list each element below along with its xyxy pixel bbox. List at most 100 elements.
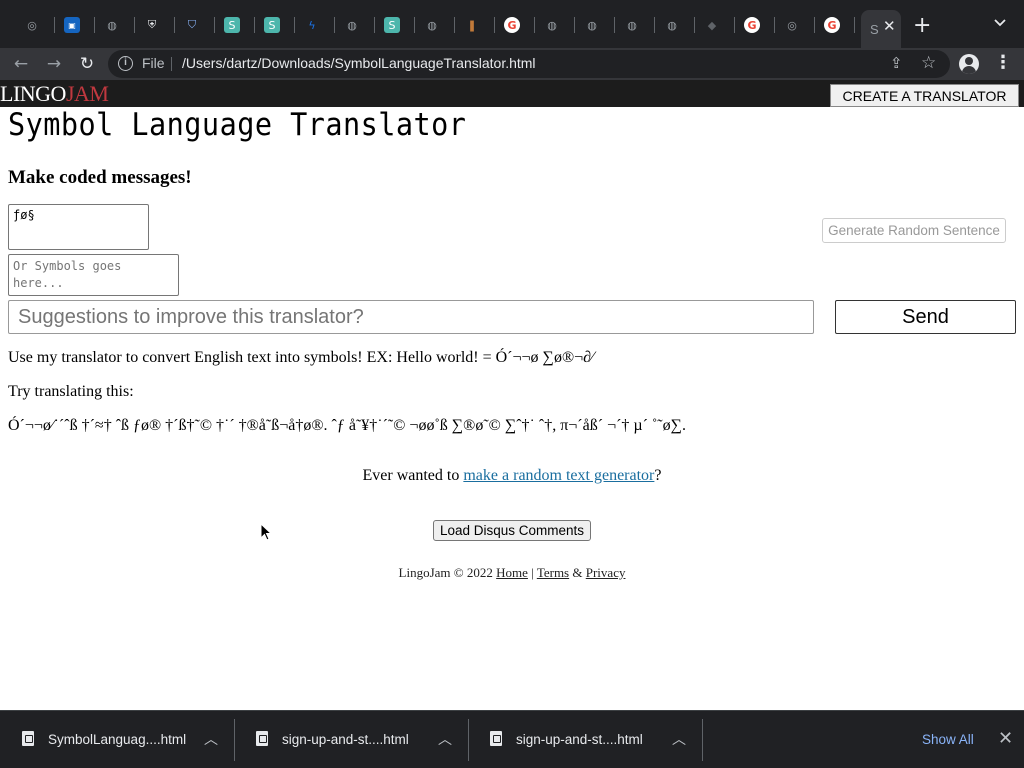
globe-icon: ◍ <box>547 18 557 32</box>
logo-part-jam: JAM <box>65 81 109 106</box>
download-file-name[interactable]: sign-up-and-st....html <box>516 732 643 747</box>
browser-tab[interactable]: ◍ <box>535 10 575 40</box>
globe-icon: ◍ <box>667 18 677 32</box>
globe-icon: ◍ <box>587 18 597 32</box>
browser-tab[interactable]: ◍ <box>335 10 375 40</box>
footer-terms-link[interactable]: Terms <box>537 565 569 580</box>
symbols-output-textarea[interactable]: Or Symbols goes here... <box>8 254 179 296</box>
globe-icon: ◍ <box>107 18 117 32</box>
browser-tab[interactable]: ϟ <box>295 10 335 40</box>
back-icon[interactable]: ← <box>9 52 33 76</box>
tab-separator <box>854 17 855 33</box>
html-file-icon <box>256 731 268 746</box>
browser-tab[interactable]: ◎ <box>15 10 55 40</box>
generator-suffix: ? <box>654 467 662 484</box>
footer-copyright: LingoJam © 2022 <box>398 565 493 580</box>
people-icon: ◍ <box>347 18 357 32</box>
html-file-icon <box>490 731 502 746</box>
generator-prefix: Ever wanted to <box>362 467 464 484</box>
html-file-icon <box>22 731 34 746</box>
s-app-icon: S <box>264 17 280 33</box>
google-icon: G <box>744 17 760 33</box>
download-options-chevron-icon[interactable]: ︿ <box>204 729 218 749</box>
s-app-icon: S <box>224 17 240 33</box>
browser-tab[interactable]: S <box>375 10 415 40</box>
download-options-chevron-icon[interactable]: ︿ <box>672 729 686 749</box>
close-download-shelf-icon[interactable]: ✕ <box>998 728 1013 749</box>
lingojam-logo[interactable]: LINGOJAM <box>0 81 109 107</box>
bookmark-icon: ❚ <box>467 18 477 32</box>
send-button[interactable]: Send <box>835 300 1016 334</box>
download-item[interactable]: sign-up-and-st....html ︿ <box>234 711 469 768</box>
generator-line: Ever wanted to make a random text genera… <box>0 467 1024 485</box>
sample-symbols-text: Ó´¬¬ø⁄˙´ˆß †´≈† ˆß ƒø® †´ß†˜© †˙´ †®å˜ß¬… <box>8 417 687 434</box>
browser-tab[interactable]: G <box>735 10 775 40</box>
profile-avatar-icon[interactable] <box>959 54 979 74</box>
footer-pipe: | <box>531 565 534 580</box>
download-item[interactable]: SymbolLanguag....html ︿ <box>0 711 235 768</box>
browser-tab[interactable]: ◆ <box>695 10 735 40</box>
browser-tab[interactable]: ◍ <box>415 10 455 40</box>
shield-icon: ⛉ <box>187 18 197 31</box>
browser-tab[interactable]: S <box>255 10 295 40</box>
logo-part-lingo: LINGO <box>0 81 66 106</box>
address-bar[interactable]: i File /Users/dartz/Downloads/SymbolLang… <box>108 50 950 78</box>
globe-icon: ◍ <box>427 18 437 32</box>
description-text: Use my translator to convert English tex… <box>8 349 594 366</box>
google-icon: G <box>824 17 840 33</box>
suggestion-input[interactable]: Suggestions to improve this translator? <box>8 300 814 334</box>
show-all-downloads-link[interactable]: Show All <box>922 732 974 747</box>
browser-tab[interactable]: ◍ <box>575 10 615 40</box>
download-file-name[interactable]: sign-up-and-st....html <box>282 732 409 747</box>
globe-icon: ◍ <box>627 18 637 32</box>
site-info-icon[interactable]: i <box>118 56 133 71</box>
bolt-icon: ϟ <box>308 18 316 32</box>
browser-tab[interactable]: ❚ <box>455 10 495 40</box>
footer-privacy-link[interactable]: Privacy <box>586 565 626 580</box>
mouse-cursor-icon <box>260 523 272 541</box>
tab-search-chevron-icon[interactable] <box>993 16 1007 30</box>
browser-tab[interactable]: ⛉ <box>175 10 215 40</box>
menu-kebab-icon[interactable]: ⋮ <box>994 52 1012 73</box>
chrome-icon: ◎ <box>27 18 37 32</box>
page-title: Symbol Language Translator <box>8 107 467 143</box>
browser-tab[interactable]: G <box>815 10 855 40</box>
footer: LingoJam © 2022 Home | Terms & Privacy <box>0 565 1024 581</box>
browser-toolbar: ← → ↻ i File /Users/dartz/Downloads/Symb… <box>0 48 1024 80</box>
english-input-textarea[interactable]: ƒø§ <box>8 204 149 250</box>
reload-icon[interactable]: ↻ <box>75 52 99 76</box>
browser-tab[interactable]: S <box>215 10 255 40</box>
browser-tab[interactable]: G <box>495 10 535 40</box>
browser-tab[interactable]: ◎ <box>775 10 815 40</box>
generate-random-sentence-button[interactable]: Generate Random Sentence <box>822 218 1006 243</box>
browser-tab[interactable]: ⛨ <box>135 10 175 40</box>
lock-shield-icon: ⛨ <box>147 18 157 31</box>
create-translator-button[interactable]: CREATE A TRANSLATOR <box>830 84 1019 107</box>
google-icon: G <box>504 17 520 33</box>
vmware-icon: ▣ <box>64 17 80 33</box>
try-label: Try translating this: <box>8 383 134 400</box>
chrome-icon: ◎ <box>787 18 797 32</box>
download-item[interactable]: sign-up-and-st....html ︿ <box>468 711 703 768</box>
footer-amp: & <box>572 565 583 580</box>
forward-icon[interactable]: → <box>42 52 66 76</box>
page-subtitle: Make coded messages! <box>8 167 192 188</box>
address-url[interactable]: /Users/dartz/Downloads/SymbolLanguageTra… <box>182 55 536 71</box>
bookmark-star-icon[interactable]: ☆ <box>921 53 936 73</box>
random-text-generator-link[interactable]: make a random text generator <box>463 467 654 484</box>
download-options-chevron-icon[interactable]: ︿ <box>438 729 452 749</box>
download-shelf: SymbolLanguag....html ︿ sign-up-and-st....… <box>0 710 1024 768</box>
tab-close-icon[interactable]: ✕ <box>883 17 896 35</box>
new-tab-icon[interactable]: + <box>913 13 931 38</box>
active-tab-label: S <box>870 21 879 37</box>
browser-tab[interactable]: ▣ <box>55 10 95 40</box>
browser-tab[interactable]: ◍ <box>615 10 655 40</box>
browser-tab[interactable]: ◍ <box>95 10 135 40</box>
download-separator <box>702 719 703 761</box>
browser-tab[interactable]: ◍ <box>655 10 695 40</box>
footer-home-link[interactable]: Home <box>496 565 528 580</box>
share-icon[interactable]: ⇪ <box>890 54 903 72</box>
download-file-name[interactable]: SymbolLanguag....html <box>48 732 186 747</box>
load-disqus-comments-button[interactable]: Load Disqus Comments <box>433 520 591 541</box>
tab-active[interactable]: S ✕ <box>861 10 901 48</box>
